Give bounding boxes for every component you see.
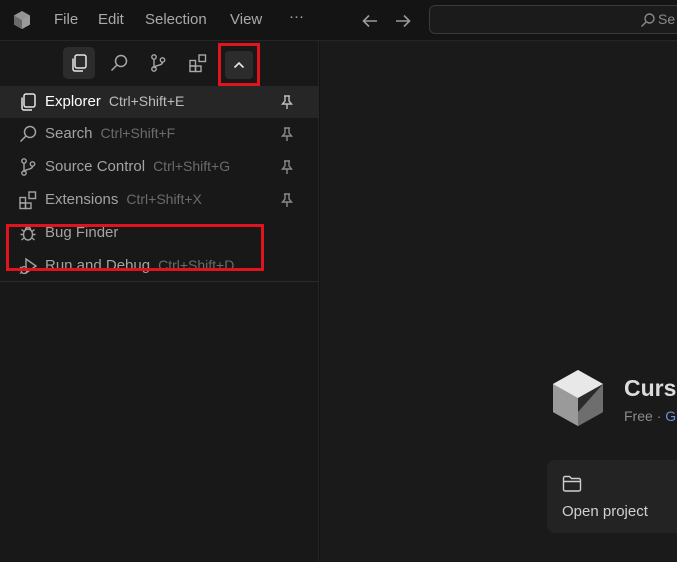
folder-icon <box>562 475 582 492</box>
app-logo-icon[interactable] <box>12 10 32 30</box>
view-item-label: Source Control <box>45 158 146 175</box>
welcome-area: Curso Free · G Open project <box>320 41 677 562</box>
menu-more[interactable]: ··· <box>289 8 304 25</box>
search-icon <box>19 125 37 143</box>
plan-line: Free · G <box>624 408 676 424</box>
activity-explorer[interactable] <box>63 47 95 79</box>
extensions-icon <box>19 191 37 210</box>
view-item-shortcut: Ctrl+Shift+D <box>158 257 235 273</box>
view-item-source-control[interactable]: Source Control Ctrl+Shift+G <box>0 151 319 183</box>
view-item-label: Bug Finder <box>45 224 119 241</box>
explorer-icon <box>72 54 87 72</box>
bug-icon <box>20 226 36 241</box>
source-control-icon <box>151 54 166 72</box>
views-dropdown-toggle[interactable] <box>218 43 260 86</box>
view-item-shortcut: Ctrl+Shift+F <box>100 125 176 141</box>
plan-link[interactable]: G <box>665 408 676 424</box>
view-item-shortcut: Ctrl+Shift+G <box>153 158 231 174</box>
debug-icon <box>19 257 38 275</box>
pin-icon[interactable] <box>279 192 295 208</box>
title-bar: File Edit Selection View ··· Se <box>0 0 677 41</box>
view-item-label: Extensions <box>45 191 119 208</box>
source-control-icon <box>21 158 36 176</box>
pin-icon[interactable] <box>279 126 295 142</box>
activity-search[interactable] <box>106 50 132 76</box>
view-item-explorer[interactable]: Explorer Ctrl+Shift+E <box>0 86 319 118</box>
pin-icon[interactable] <box>279 94 295 110</box>
views-menu: Explorer Ctrl+Shift+E Search Ctrl+Shift+F <box>0 86 319 282</box>
plan-label: Free <box>624 408 653 424</box>
view-item-label: Search <box>45 125 93 142</box>
files-icon <box>21 93 36 111</box>
command-search-box[interactable]: Se <box>429 5 677 34</box>
menu-file[interactable]: File <box>54 11 78 28</box>
open-project-label: Open project <box>562 503 648 520</box>
menu-edit[interactable]: Edit <box>98 11 124 28</box>
pin-icon[interactable] <box>279 159 295 175</box>
search-icon <box>641 13 655 28</box>
view-item-shortcut: Ctrl+Shift+E <box>108 93 185 109</box>
view-item-search[interactable]: Search Ctrl+Shift+F <box>0 118 319 150</box>
cursor-logo-icon <box>553 370 603 426</box>
search-placeholder: Se <box>658 11 676 27</box>
sidebar: Explorer Ctrl+Shift+E Search Ctrl+Shift+F <box>0 41 319 562</box>
extensions-icon <box>189 54 207 73</box>
search-icon <box>110 54 128 72</box>
open-project-card[interactable]: Open project <box>547 460 677 533</box>
menu-selection[interactable]: Selection <box>145 11 207 28</box>
menu-view[interactable]: View <box>230 11 262 28</box>
view-item-label: Explorer <box>45 93 101 110</box>
view-item-shortcut: Ctrl+Shift+X <box>126 191 202 207</box>
brand-name: Curso <box>624 375 677 401</box>
plan-separator: · <box>656 408 662 424</box>
view-item-bug-finder[interactable]: Bug Finder <box>0 217 319 249</box>
activity-source-control[interactable] <box>145 50 171 76</box>
forward-arrow-icon[interactable] <box>393 11 413 31</box>
view-item-label: Run and Debug <box>45 257 151 274</box>
chevron-up-icon <box>233 61 245 68</box>
back-arrow-icon[interactable] <box>360 11 380 31</box>
view-item-run-and-debug[interactable]: Run and Debug Ctrl+Shift+D <box>0 250 319 282</box>
view-item-extensions[interactable]: Extensions Ctrl+Shift+X <box>0 184 319 216</box>
activity-extensions[interactable] <box>185 50 211 76</box>
